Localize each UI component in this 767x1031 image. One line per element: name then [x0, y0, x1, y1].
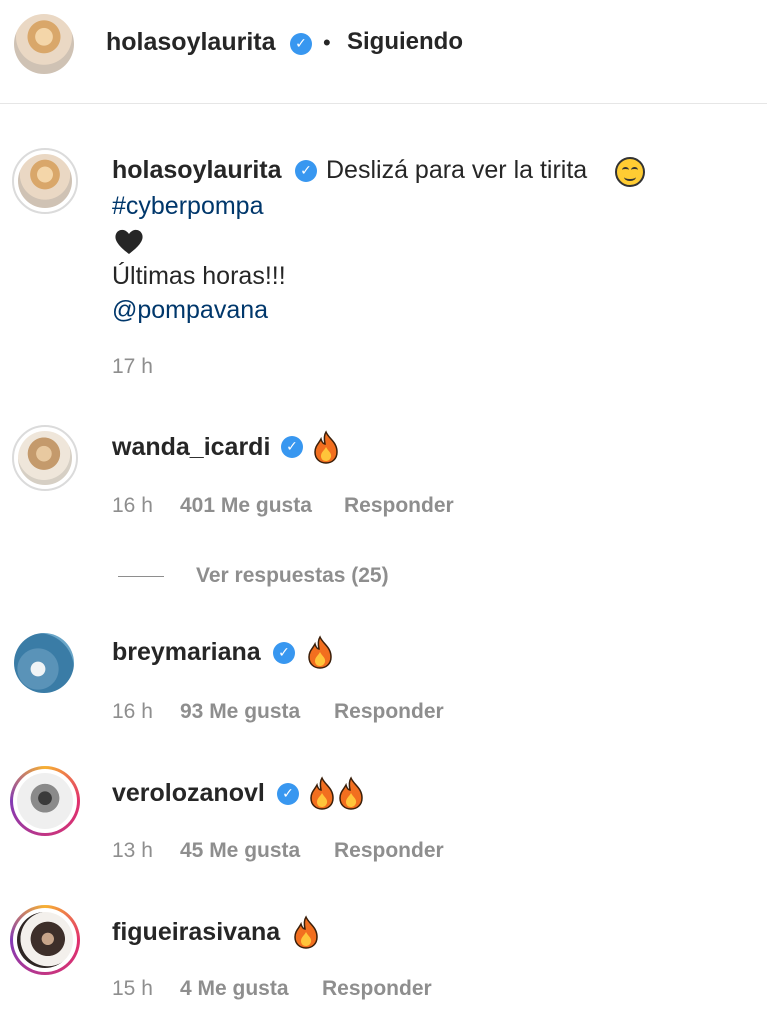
caption-username[interactable]: holasoylaurita	[112, 156, 282, 185]
caption-text: Deslizá para ver la tirita	[326, 156, 588, 184]
comment-timestamp[interactable]: 16 h	[112, 700, 153, 724]
verified-badge-icon: ✓	[281, 436, 303, 458]
header-avatar[interactable]	[14, 14, 74, 74]
mention-link[interactable]: @pompavana	[112, 296, 268, 325]
comment-username[interactable]: breymariana	[112, 638, 261, 667]
comment-likes[interactable]: 401 Me gusta	[180, 494, 312, 518]
comment-avatar[interactable]	[14, 633, 74, 693]
verified-badge-icon: ✓	[277, 783, 299, 805]
smiling-face-icon	[615, 157, 645, 187]
view-replies-button[interactable]: Ver respuestas (25)	[196, 564, 389, 588]
following-button[interactable]: Siguiendo	[347, 28, 463, 56]
comment-avatar[interactable]	[18, 431, 72, 485]
comment-likes[interactable]: 93 Me gusta	[180, 700, 300, 724]
comment-username[interactable]: wanda_icardi	[112, 433, 270, 462]
caption-line-2: Últimas horas!!!	[112, 262, 286, 290]
comment-avatar[interactable]	[17, 773, 73, 829]
verified-badge-icon: ✓	[290, 33, 312, 55]
comment-username[interactable]: figueirasivana	[112, 918, 280, 947]
post-header: holasoylaurita ✓ • Siguiendo	[0, 0, 767, 104]
comment-likes[interactable]: 45 Me gusta	[180, 839, 300, 863]
reply-button[interactable]: Responder	[344, 494, 454, 518]
comment-avatar[interactable]	[17, 912, 73, 968]
comment-timestamp[interactable]: 16 h	[112, 494, 153, 518]
fire-icon	[314, 430, 338, 464]
separator-dot: •	[323, 30, 331, 55]
hashtag-link[interactable]: #cyberpompa	[112, 192, 263, 221]
header-username[interactable]: holasoylaurita	[106, 28, 276, 57]
fire-icon	[339, 776, 363, 810]
black-heart-icon	[115, 229, 143, 254]
verified-badge-icon: ✓	[295, 160, 317, 182]
comment-username[interactable]: verolozanovl	[112, 779, 265, 808]
reply-button[interactable]: Responder	[322, 977, 432, 1001]
caption-avatar[interactable]	[18, 154, 72, 208]
replies-divider-line	[118, 576, 164, 577]
reply-button[interactable]: Responder	[334, 700, 444, 724]
caption-timestamp[interactable]: 17 h	[112, 355, 153, 379]
comment-timestamp[interactable]: 15 h	[112, 977, 153, 1001]
reply-button[interactable]: Responder	[334, 839, 444, 863]
comment-timestamp[interactable]: 13 h	[112, 839, 153, 863]
comment-likes[interactable]: 4 Me gusta	[180, 977, 289, 1001]
fire-icon	[310, 776, 334, 810]
fire-icon	[308, 635, 332, 669]
fire-icon	[294, 915, 318, 949]
verified-badge-icon: ✓	[273, 642, 295, 664]
